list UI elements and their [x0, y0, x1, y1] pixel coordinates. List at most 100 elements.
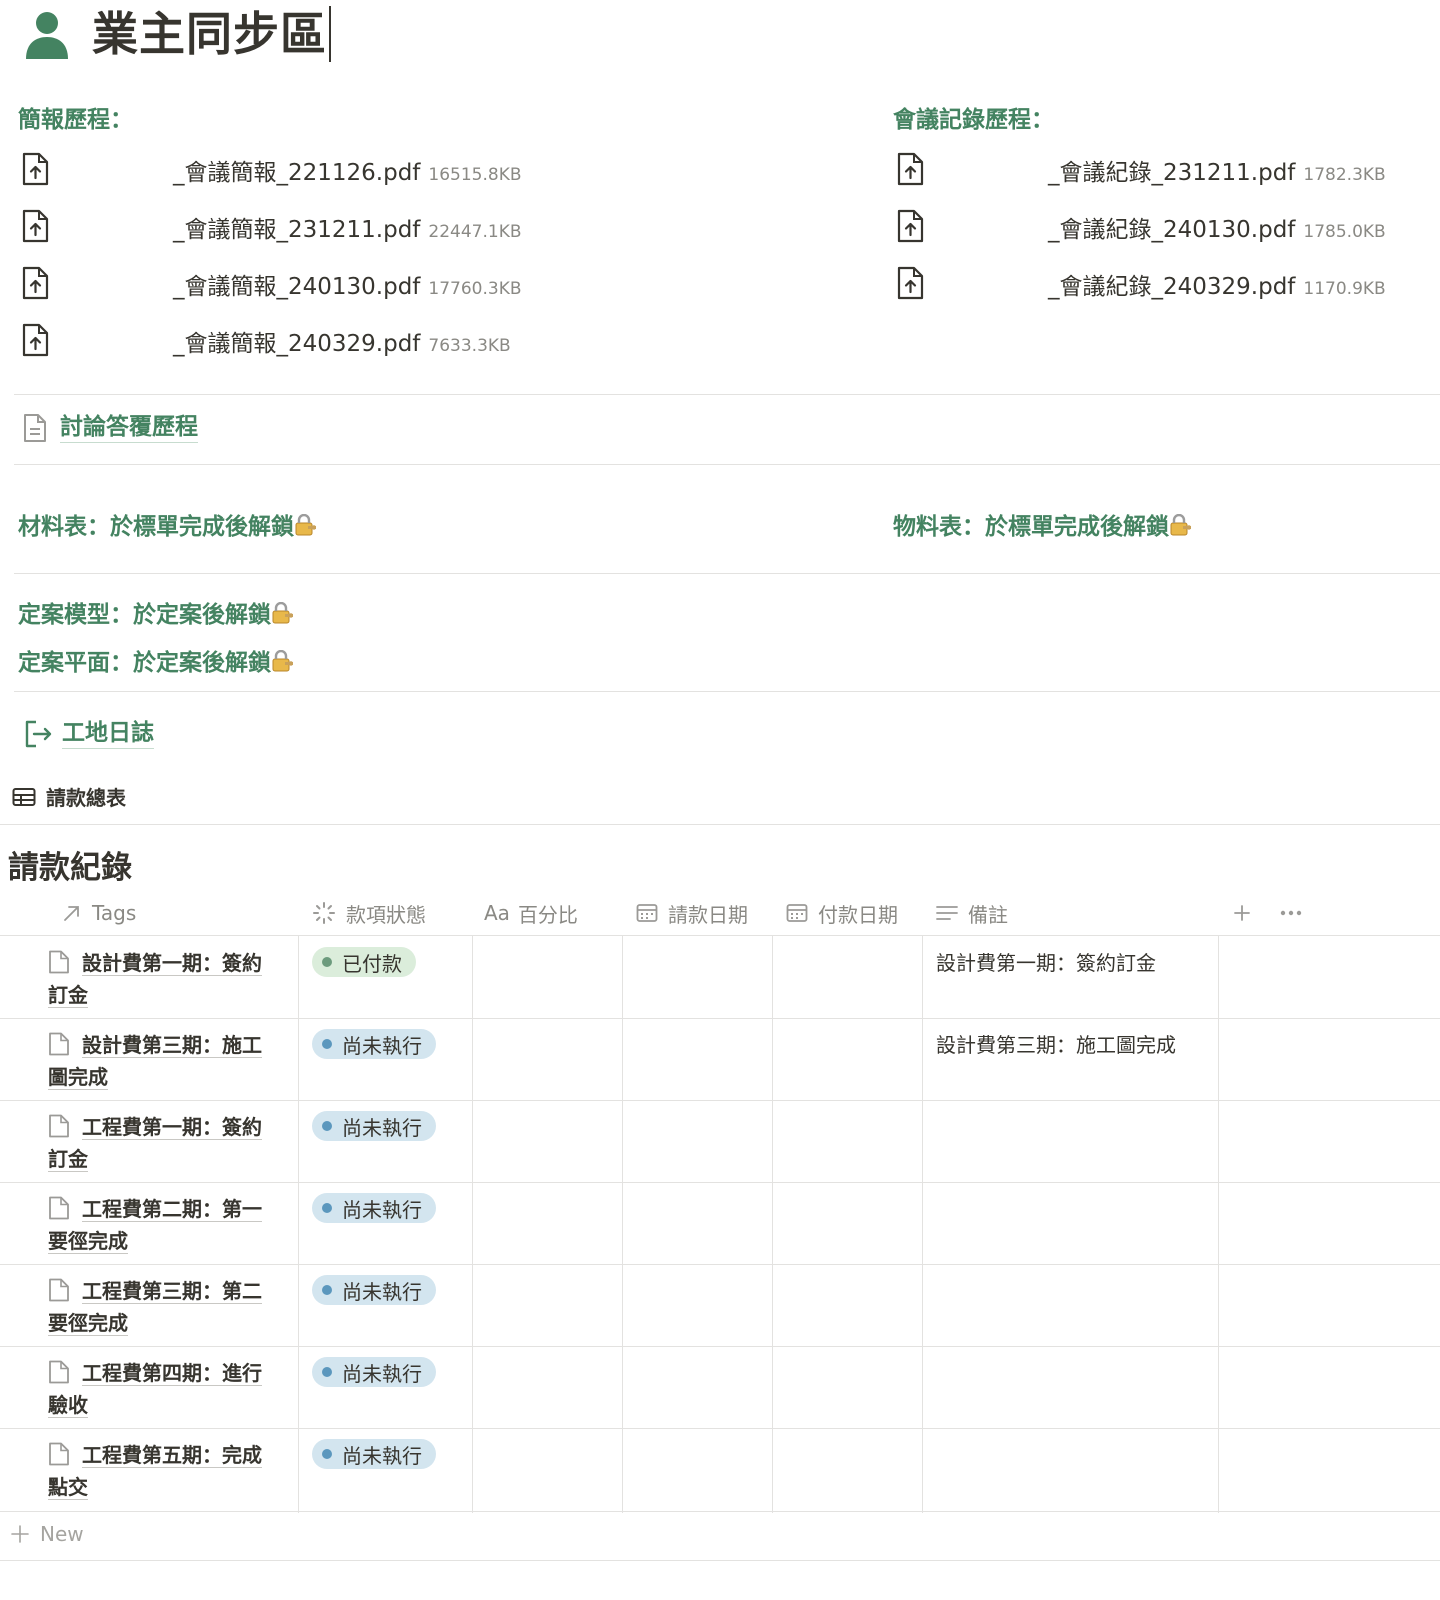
table-row[interactable]: 工程費第四期：進行 驗收 尚未執行 [0, 1347, 1440, 1429]
file-size: 1782.3KB [1303, 165, 1386, 185]
status-label: 已付款 [342, 951, 402, 976]
site-log-link-label[interactable]: 工地日誌 [62, 718, 154, 749]
note-cell[interactable]: 設計費第一期：簽約訂金 [936, 947, 1156, 979]
add-column-button[interactable] [1232, 890, 1262, 936]
page-icon [49, 950, 69, 974]
column-label: 款項狀態 [346, 902, 426, 927]
calendar-icon [636, 904, 658, 922]
table-row[interactable]: 設計費第三期：施工 圖完成 尚未執行 設計費第三期：施工圖完成 [0, 1019, 1440, 1101]
file-item[interactable]: _會議紀錄_240130.pdf 1785.0KB [895, 205, 1435, 245]
lock-icon [272, 650, 293, 672]
table-row[interactable]: 工程費第二期：第一 要徑完成 尚未執行 [0, 1183, 1440, 1265]
status-badge[interactable]: 尚未執行 [312, 1193, 436, 1223]
divider [14, 394, 1440, 395]
row-title[interactable]: 設計費第三期：施工 圖完成 [48, 1029, 288, 1093]
site-log-page-link[interactable]: 工地日誌 [24, 718, 154, 749]
status-badge[interactable]: 已付款 [312, 947, 416, 977]
row-title-line2: 點交 [48, 1475, 88, 1500]
column-label: 付款日期 [818, 902, 898, 927]
file-item[interactable]: _會議簡報_240329.pdf 7633.3KB [20, 319, 720, 359]
file-name[interactable]: _會議簡報_231211.pdf [173, 217, 420, 243]
table-icon [12, 787, 36, 806]
status-badge[interactable]: 尚未執行 [312, 1439, 436, 1469]
row-title-line1: 工程費第四期：進行 [82, 1361, 262, 1386]
file-size: 1170.9KB [1303, 279, 1386, 299]
status-badge[interactable]: 尚未執行 [312, 1357, 436, 1387]
row-title[interactable]: 工程費第二期：第一 要徑完成 [48, 1193, 288, 1257]
status-badge[interactable]: 尚未執行 [312, 1275, 436, 1305]
page-title[interactable]: 業主同步區 [92, 6, 331, 62]
file-upload-icon [22, 152, 49, 186]
column-label: Tags [92, 901, 137, 925]
column-header-note[interactable]: 備註 [936, 890, 1008, 936]
column-header-tags[interactable]: Tags [62, 890, 136, 936]
file-upload-icon [22, 209, 49, 243]
row-title[interactable]: 工程費第五期：完成 點交 [48, 1439, 288, 1503]
file-name[interactable]: _會議紀錄_231211.pdf [1048, 160, 1295, 186]
file-item[interactable]: _會議簡報_231211.pdf 22447.1KB [20, 205, 720, 245]
column-header-request-date[interactable]: 請款日期 [636, 890, 748, 936]
row-title[interactable]: 設計費第一期：簽約訂金 [48, 947, 288, 1011]
table-row[interactable]: 工程費第一期：簽約 訂金 尚未執行 [0, 1101, 1440, 1183]
supplies-locked-text: 物料表：於標單完成後解鎖 [893, 507, 1191, 541]
row-title-line1: 設計費第一期：簽約 [82, 951, 262, 976]
plus-icon [1234, 905, 1250, 921]
file-name[interactable]: _會議紀錄_240329.pdf [1048, 274, 1295, 300]
view-tab-table[interactable]: 請款總表 [12, 782, 126, 811]
page-icon [24, 413, 46, 442]
discussion-link-label[interactable]: 討論答覆歷程 [60, 412, 198, 443]
status-label: 尚未執行 [342, 1033, 422, 1058]
row-title[interactable]: 工程費第四期：進行 驗收 [48, 1357, 288, 1421]
table-row[interactable]: 工程費第五期：完成 點交 尚未執行 [0, 1429, 1440, 1512]
calendar-icon [786, 904, 808, 922]
column-header-percent[interactable]: Aa 百分比 [484, 890, 578, 936]
minutes-history-heading: 會議記錄歷程： [893, 107, 1054, 133]
new-row-label: New [40, 1522, 84, 1546]
row-title[interactable]: 工程費第一期：簽約 訂金 [48, 1111, 288, 1175]
new-row-button[interactable]: New [10, 1522, 84, 1546]
file-size: 1785.0KB [1303, 222, 1386, 242]
file-size: 7633.3KB [428, 336, 511, 356]
file-name[interactable]: _會議簡報_240130.pdf [173, 274, 420, 300]
discussion-page-link[interactable]: 討論答覆歷程 [22, 412, 198, 443]
row-title-line2: 訂金 [48, 983, 88, 1008]
column-label: 百分比 [517, 902, 578, 927]
text-lines-icon [936, 906, 958, 920]
lock-icon [295, 514, 316, 536]
file-item[interactable]: _會議紀錄_240329.pdf 1170.9KB [895, 262, 1435, 302]
file-size: 16515.8KB [428, 165, 522, 185]
plus-icon [11, 1525, 29, 1543]
page-icon [49, 1278, 69, 1302]
column-header-status[interactable]: 款項狀態 [312, 890, 426, 936]
file-item[interactable]: _會議簡報_221126.pdf 16515.8KB [20, 148, 720, 188]
file-name[interactable]: _會議紀錄_240130.pdf [1048, 217, 1295, 243]
file-upload-icon [897, 209, 924, 243]
more-options-button[interactable] [1280, 890, 1312, 936]
file-name[interactable]: _會議簡報_221126.pdf [173, 160, 420, 186]
lock-icon [1170, 514, 1191, 536]
row-title-line2: 要徑完成 [48, 1229, 128, 1254]
file-size: 22447.1KB [428, 222, 522, 242]
file-name[interactable]: _會議簡報_240329.pdf [173, 331, 420, 357]
file-item[interactable]: _會議紀錄_231211.pdf 1782.3KB [895, 148, 1435, 188]
table-row[interactable]: 工程費第三期：第二 要徑完成 尚未執行 [0, 1265, 1440, 1347]
column-header-pay-date[interactable]: 付款日期 [786, 890, 898, 936]
view-tab-label: 請款總表 [46, 786, 126, 810]
row-title-line2: 訂金 [48, 1147, 88, 1172]
row-title[interactable]: 工程費第三期：第二 要徑完成 [48, 1275, 288, 1339]
note-cell[interactable]: 設計費第三期：施工圖完成 [936, 1029, 1176, 1061]
exit-icon [25, 720, 52, 747]
divider [14, 573, 1440, 574]
status-dot [322, 1285, 332, 1295]
table-row[interactable]: 設計費第一期：簽約 訂金 已付款 設計費第一期：簽約訂金 [0, 937, 1440, 1019]
database-title[interactable]: 請款紀錄 [8, 842, 132, 887]
status-dot [322, 1449, 332, 1459]
status-dot [322, 957, 332, 967]
file-upload-icon [897, 152, 924, 186]
status-badge[interactable]: 尚未執行 [312, 1029, 436, 1059]
status-badge[interactable]: 尚未執行 [312, 1111, 436, 1141]
final-model-locked-text: 定案模型：於定案後解鎖 [18, 595, 293, 629]
arrow-up-right-icon [64, 906, 79, 921]
file-item[interactable]: _會議簡報_240130.pdf 17760.3KB [20, 262, 720, 302]
status-dot [322, 1367, 332, 1377]
